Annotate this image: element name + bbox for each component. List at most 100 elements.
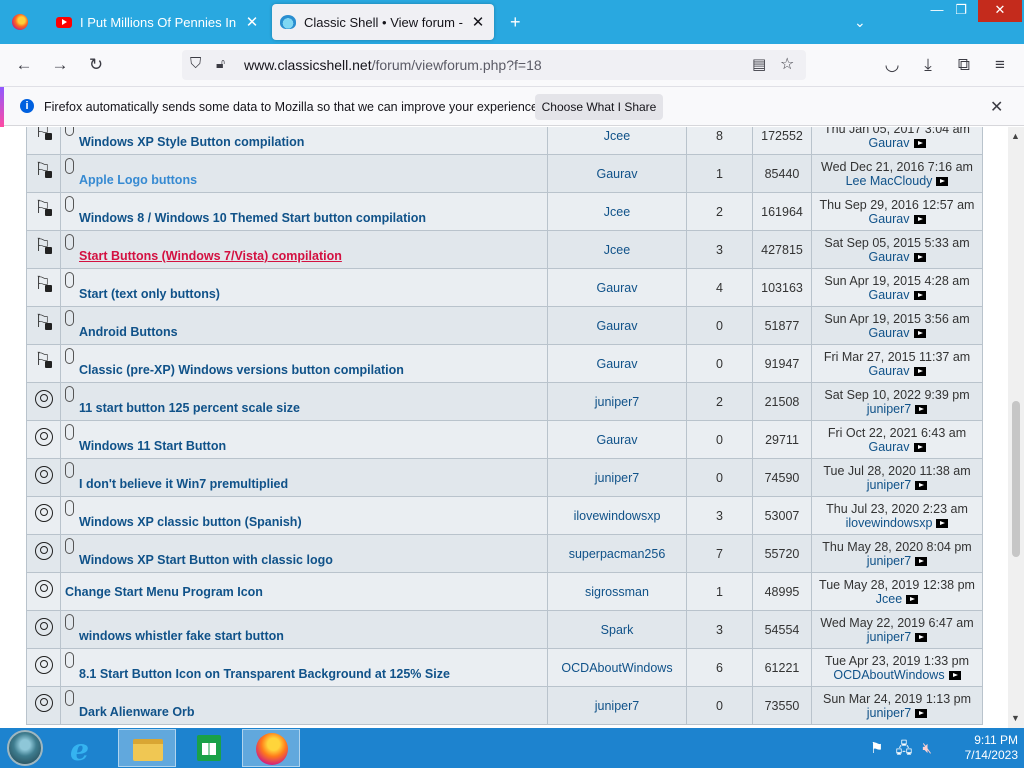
topic-author[interactable]: juniper7	[547, 458, 687, 497]
page-scrollbar[interactable]: ▲ ▼	[1008, 127, 1024, 728]
topic-author[interactable]: Gaurav	[547, 306, 687, 345]
last-post-user[interactable]: Gaurav	[869, 326, 910, 340]
reader-view-icon[interactable]: ▤	[752, 55, 766, 73]
new-tab-button[interactable]: +	[502, 4, 528, 40]
back-arrow-icon[interactable]: ←	[10, 52, 38, 78]
last-post-user[interactable]: juniper7	[867, 402, 911, 416]
go-to-last-post-icon[interactable]	[948, 670, 961, 680]
topic-author[interactable]: Gaurav	[547, 268, 687, 307]
topic-author[interactable]: Gaurav	[547, 344, 687, 383]
go-to-last-post-icon[interactable]	[913, 138, 926, 148]
topic-author[interactable]: ilovewindowsxp	[547, 496, 687, 535]
topic-author[interactable]: juniper7	[547, 686, 687, 725]
topic-author[interactable]: Jcee	[547, 192, 687, 231]
topic-title-link[interactable]: Windows 8 / Windows 10 Themed Start butt…	[79, 211, 426, 225]
last-post-user[interactable]: Lee MacCloudy	[846, 174, 933, 188]
topic-title-link[interactable]: Change Start Menu Program Icon	[65, 585, 263, 599]
close-tab-icon[interactable]: ✕	[244, 13, 260, 31]
go-to-last-post-icon[interactable]	[915, 480, 928, 490]
choose-what-i-share-button[interactable]: Choose What I Share	[535, 94, 663, 120]
topic-title-link[interactable]: Start (text only buttons)	[79, 287, 220, 301]
topic-author[interactable]: Spark	[547, 610, 687, 649]
go-to-last-post-icon[interactable]	[915, 404, 928, 414]
topic-title-link[interactable]: Windows XP Start Button with classic log…	[79, 553, 333, 567]
last-post-user[interactable]: juniper7	[867, 478, 911, 492]
taskbar-firefox[interactable]	[242, 729, 300, 767]
downloads-icon[interactable]: ⤓	[914, 52, 942, 78]
topic-title-link[interactable]: windows whistler fake start button	[79, 629, 284, 643]
go-to-last-post-icon[interactable]	[913, 328, 926, 338]
last-post-user[interactable]: Gaurav	[869, 250, 910, 264]
topic-title-link[interactable]: Start Buttons (Windows 7/Vista) compilat…	[79, 249, 342, 263]
topic-title-link[interactable]: Android Buttons	[79, 325, 178, 339]
topic-author[interactable]: OCDAboutWindows	[547, 648, 687, 687]
taskbar-clock[interactable]: 9:11 PM 7/14/2023	[938, 733, 1018, 763]
go-to-last-post-icon[interactable]	[915, 556, 928, 566]
topic-title-link[interactable]: 11 start button 125 percent scale size	[79, 401, 300, 415]
go-to-last-post-icon[interactable]	[915, 708, 928, 718]
last-post-user[interactable]: Gaurav	[869, 136, 910, 150]
insecure-lock-icon[interactable]: 🔓︎	[216, 55, 225, 72]
volume-muted-icon[interactable]: 🔇︎	[923, 740, 932, 757]
network-icon[interactable]: 🖧︎	[896, 740, 913, 757]
restore-icon[interactable]: ❐	[946, 0, 976, 22]
bookmark-star-icon[interactable]: ☆	[780, 54, 794, 74]
tab-classic-shell[interactable]: Classic Shell • View forum - Star ✕	[272, 4, 494, 40]
go-to-last-post-icon[interactable]	[913, 442, 926, 452]
go-to-last-post-icon[interactable]	[906, 594, 919, 604]
scroll-up-arrow-icon[interactable]: ▲	[1011, 131, 1020, 141]
last-post-user[interactable]: ilovewindowsxp	[846, 516, 933, 530]
address-bar[interactable]: ⛉ 🔓︎ www.classicshell.net/forum/viewforu…	[182, 50, 806, 80]
topic-title-link[interactable]: Windows XP Style Button compilation	[79, 135, 304, 149]
taskbar-internet-explorer[interactable]: e	[56, 729, 114, 768]
window-close-icon[interactable]: ✕	[978, 0, 1022, 22]
topic-title-link[interactable]: Classic (pre-XP) Windows versions button…	[79, 363, 404, 377]
topic-title-link[interactable]: Dark Alienware Orb	[79, 705, 195, 719]
last-post-user[interactable]: OCDAboutWindows	[833, 668, 944, 682]
scroll-down-arrow-icon[interactable]: ▼	[1011, 713, 1020, 723]
close-notification-icon[interactable]: ✕	[990, 97, 1003, 117]
action-center-flag-icon[interactable]: ⚑	[870, 740, 883, 757]
last-post-user[interactable]: juniper7	[867, 554, 911, 568]
shield-icon[interactable]: ⛉	[190, 55, 201, 72]
firefox-menu-icon[interactable]	[12, 14, 28, 30]
scroll-thumb[interactable]	[1012, 401, 1020, 557]
tab-youtube[interactable]: I Put Millions Of Pennies In My ✕	[48, 4, 268, 40]
list-all-tabs-icon[interactable]: ⌄	[846, 4, 870, 40]
go-to-last-post-icon[interactable]	[915, 632, 928, 642]
last-post-user[interactable]: juniper7	[867, 630, 911, 644]
topic-author[interactable]: Jcee	[547, 230, 687, 269]
topic-title-link[interactable]: I don't believe it Win7 premultiplied	[79, 477, 288, 491]
taskbar-file-explorer[interactable]	[118, 729, 176, 767]
start-button[interactable]	[7, 730, 43, 766]
topic-author[interactable]: superpacman256	[547, 534, 687, 573]
reload-icon[interactable]: ↻	[82, 52, 110, 78]
taskbar-store[interactable]	[180, 729, 238, 767]
last-post-user[interactable]: Gaurav	[869, 440, 910, 454]
close-tab-icon[interactable]: ✕	[470, 13, 486, 31]
last-post-user[interactable]: Jcee	[876, 592, 902, 606]
go-to-last-post-icon[interactable]	[913, 214, 926, 224]
topic-title-link[interactable]: Windows 11 Start Button	[79, 439, 226, 453]
forward-arrow-icon[interactable]: →	[46, 52, 74, 78]
extensions-icon[interactable]: ⧉	[950, 52, 978, 78]
topic-author[interactable]: Jcee	[547, 127, 687, 155]
topic-author[interactable]: Gaurav	[547, 420, 687, 459]
topic-author[interactable]: juniper7	[547, 382, 687, 421]
go-to-last-post-icon[interactable]	[936, 176, 949, 186]
go-to-last-post-icon[interactable]	[913, 252, 926, 262]
menu-hamburger-icon[interactable]: ≡	[986, 52, 1014, 78]
topic-author[interactable]: sigrossman	[547, 572, 687, 611]
last-post-user[interactable]: Gaurav	[869, 364, 910, 378]
last-post-user[interactable]: juniper7	[867, 706, 911, 720]
topic-author[interactable]: Gaurav	[547, 154, 687, 193]
pocket-icon[interactable]: ◡	[878, 52, 906, 78]
go-to-last-post-icon[interactable]	[913, 290, 926, 300]
last-post-user[interactable]: Gaurav	[869, 212, 910, 226]
go-to-last-post-icon[interactable]	[913, 366, 926, 376]
topic-title-link[interactable]: 8.1 Start Button Icon on Transparent Bac…	[79, 667, 450, 681]
topic-title-link[interactable]: Windows XP classic button (Spanish)	[79, 515, 302, 529]
last-post-user[interactable]: Gaurav	[869, 288, 910, 302]
topic-title-link[interactable]: Apple Logo buttons	[79, 173, 197, 187]
go-to-last-post-icon[interactable]	[936, 518, 949, 528]
